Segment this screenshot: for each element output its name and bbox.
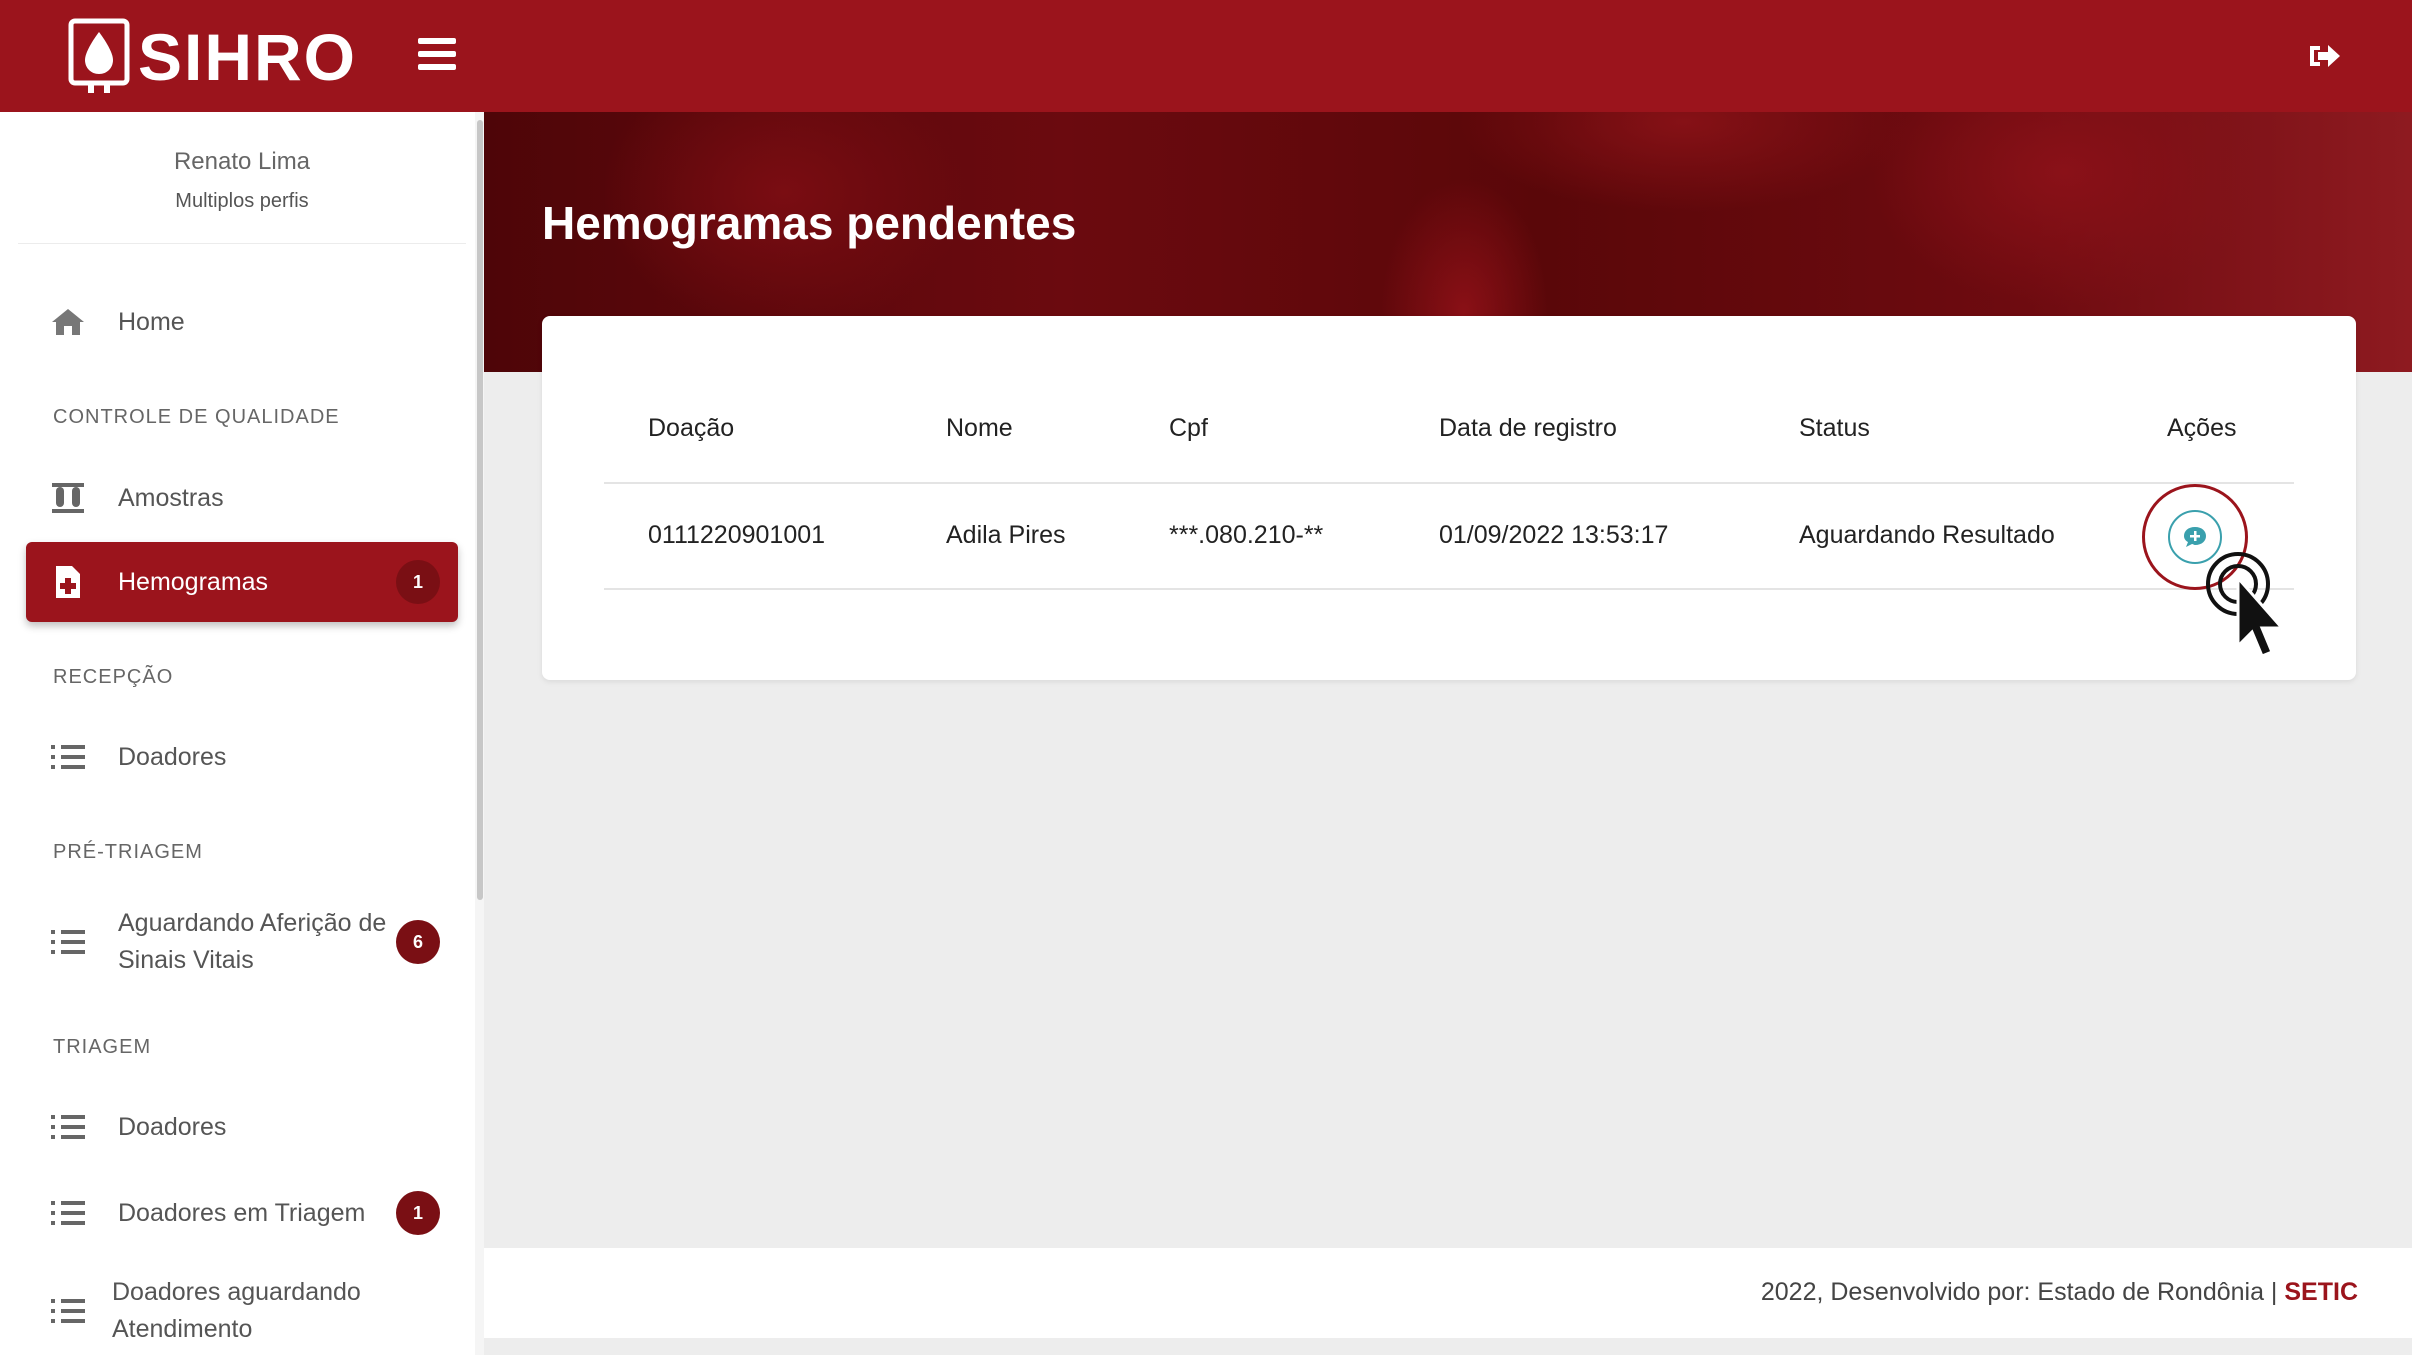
ordered-list-icon xyxy=(48,922,88,962)
ordered-list-icon xyxy=(48,737,88,777)
column-header-status: Status xyxy=(1799,414,1870,442)
sidebar-item-doadores-recepcao[interactable]: Doadores xyxy=(26,735,458,779)
footer-text: 2022, Desenvolvido por: Estado de Rondôn… xyxy=(1761,1278,2358,1307)
app-name: SIHRO xyxy=(138,20,358,94)
logout-icon[interactable] xyxy=(2306,40,2342,72)
pointer-cursor-icon xyxy=(2206,552,2286,658)
sidebar-item-label: Home xyxy=(118,307,185,336)
comment-plus-icon xyxy=(2184,527,2206,547)
ordered-list-icon xyxy=(48,1193,88,1233)
blood-bag-icon xyxy=(68,18,130,93)
count-badge: 1 xyxy=(396,560,440,604)
sidebar-item-label: Amostras xyxy=(118,483,224,512)
page-title: Hemogramas pendentes xyxy=(542,197,1077,249)
cell-cpf: ***.080.210-** xyxy=(1169,521,1324,549)
footer: 2022, Desenvolvido por: Estado de Rondôn… xyxy=(484,1248,2412,1338)
app-logo[interactable]: SIHRO xyxy=(68,18,357,96)
section-recepcao: RECEPÇÃO xyxy=(53,666,174,688)
cell-data-registro: 01/09/2022 13:53:17 xyxy=(1439,521,1669,549)
column-header-data-registro: Data de registro xyxy=(1439,414,1617,442)
count-badge: 6 xyxy=(396,920,440,964)
user-name: Renato Lima xyxy=(173,148,311,175)
home-icon xyxy=(48,302,88,342)
sidebar: Renato Lima Multiplos perfis xyxy=(0,112,484,1355)
column-header-acoes: Ações xyxy=(2167,414,2237,442)
user-panel: Renato Lima Multiplos perfis xyxy=(18,112,466,244)
column-header-nome: Nome xyxy=(946,414,1013,442)
header-divider xyxy=(604,482,2294,484)
sidebar-item-label: Hemogramas xyxy=(118,567,269,596)
sidebar-item-doadores-triagem[interactable]: Doadores xyxy=(26,1105,458,1149)
top-bar: SIHRO xyxy=(0,0,2412,112)
cell-status: Aguardando Resultado xyxy=(1799,521,2055,549)
menu-toggle-icon[interactable] xyxy=(418,38,456,70)
cell-doacao: 0111220901001 xyxy=(648,521,826,549)
medical-file-icon xyxy=(48,562,88,602)
sidebar-item-label: Doadores em Triagem xyxy=(118,1198,366,1227)
section-pre-triagem: PRÉ-TRIAGEM xyxy=(53,841,203,863)
sidebar-item-label: Doadores xyxy=(118,742,227,771)
test-tubes-icon xyxy=(48,478,88,518)
column-header-cpf: Cpf xyxy=(1169,414,1208,442)
sidebar-item-amostras[interactable]: Amostras xyxy=(26,476,458,520)
ordered-list-icon xyxy=(48,1291,88,1331)
sidebar-item-label: Doadores aguardando Atendimento xyxy=(112,1278,361,1343)
column-header-doacao: Doação xyxy=(648,414,735,442)
row-divider xyxy=(604,588,2294,590)
footer-credit: 2022, Desenvolvido por: Estado de Rondôn… xyxy=(1760,1278,2285,1306)
results-card xyxy=(542,316,2356,680)
sidebar-item-label: Aguardando Aferição de Sinais Vitais xyxy=(118,909,387,974)
sidebar-item-aguardando-afericao[interactable]: Aguardando Aferição de Sinais Vitais 6 xyxy=(26,904,458,980)
sidebar-item-doadores-em-triagem[interactable]: Doadores em Triagem 1 xyxy=(26,1190,458,1236)
ordered-list-icon xyxy=(48,1107,88,1147)
count-badge: 1 xyxy=(396,1191,440,1235)
section-triagem: TRIAGEM xyxy=(53,1036,152,1058)
sidebar-item-hemogramas[interactable]: Hemogramas 1 xyxy=(26,542,458,622)
sidebar-item-home[interactable]: Home xyxy=(26,300,458,344)
user-role: Multiplos perfis xyxy=(175,190,309,212)
footer-link-setic[interactable]: SETIC xyxy=(2284,1278,2358,1306)
section-controle-de-qualidade: CONTROLE DE QUALIDADE xyxy=(53,406,340,428)
cell-nome: Adila Pires xyxy=(946,521,1066,549)
sidebar-item-doadores-aguardando-atendimento[interactable]: Doadores aguardando Atendimento xyxy=(26,1272,458,1350)
sidebar-item-label: Doadores xyxy=(118,1112,227,1141)
sidebar-scrollbar-thumb[interactable] xyxy=(477,120,483,900)
